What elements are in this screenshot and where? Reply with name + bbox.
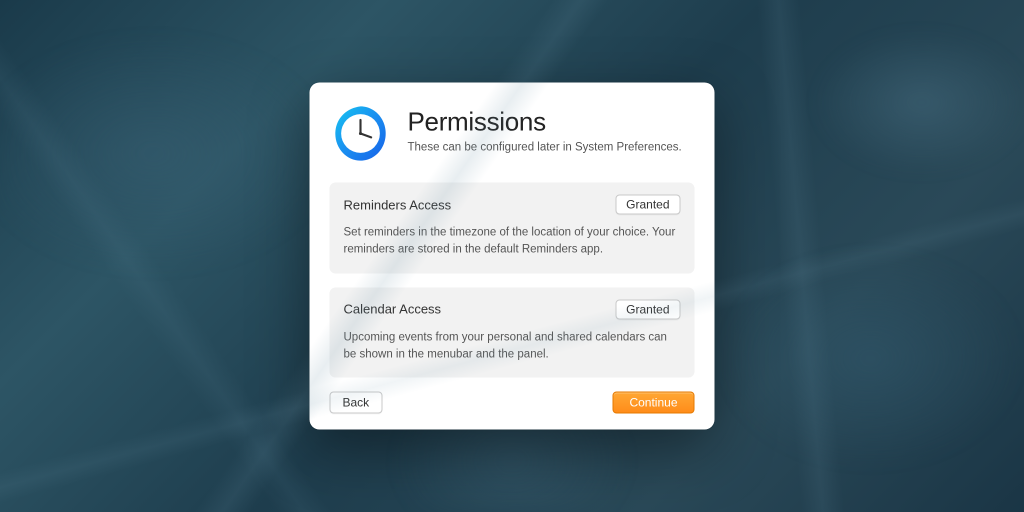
permission-card-reminders: Reminders Access Granted Set reminders i…	[330, 183, 695, 274]
card-header: Calendar Access Granted	[344, 299, 681, 319]
dialog-subtitle: These can be configured later in System …	[408, 142, 682, 154]
continue-button[interactable]: Continue	[612, 392, 694, 414]
calendar-status-button[interactable]: Granted	[615, 299, 680, 319]
card-description: Set reminders in the timezone of the loc…	[344, 225, 681, 260]
dialog-title: Permissions	[408, 107, 682, 138]
permission-card-calendar: Calendar Access Granted Upcoming events …	[330, 287, 695, 378]
dialog-header: Permissions These can be configured late…	[330, 103, 695, 165]
title-block: Permissions These can be configured late…	[408, 103, 682, 154]
card-title: Reminders Access	[344, 197, 452, 212]
app-clock-icon	[330, 103, 392, 165]
permissions-dialog: Permissions These can be configured late…	[310, 83, 715, 430]
reminders-status-button[interactable]: Granted	[615, 195, 680, 215]
card-description: Upcoming events from your personal and s…	[344, 329, 681, 364]
card-title: Calendar Access	[344, 302, 442, 317]
dialog-footer: Back Continue	[330, 392, 695, 414]
back-button[interactable]: Back	[330, 392, 383, 414]
card-header: Reminders Access Granted	[344, 195, 681, 215]
